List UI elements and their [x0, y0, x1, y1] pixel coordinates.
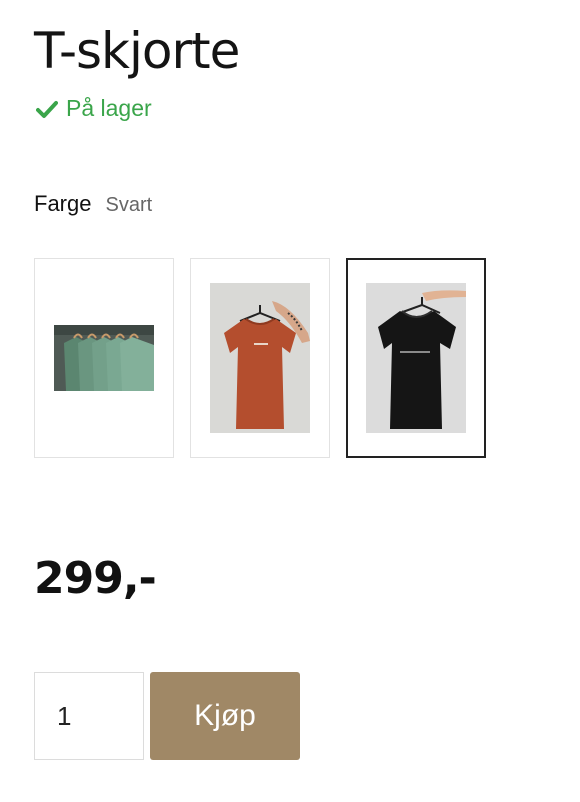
selected-color-value: Svart — [105, 194, 153, 216]
color-swatch-green[interactable] — [34, 258, 174, 458]
color-label: Farge — [34, 191, 92, 216]
check-icon — [36, 98, 58, 120]
product-title: T-skjorte — [34, 22, 240, 80]
stock-status-label: På lager — [66, 95, 152, 121]
stock-status: På lager — [36, 95, 152, 122]
color-swatch-orange[interactable] — [190, 258, 330, 458]
black-shirt-image — [366, 283, 466, 433]
green-shirts-image — [54, 325, 154, 391]
buy-button[interactable]: Kjøp — [150, 672, 300, 760]
product-price: 299,- — [34, 553, 157, 604]
orange-shirt-image — [210, 283, 310, 433]
color-selector-header: Farge Svart — [34, 191, 152, 217]
quantity-input[interactable] — [34, 672, 144, 760]
color-swatch-black[interactable] — [346, 258, 486, 458]
